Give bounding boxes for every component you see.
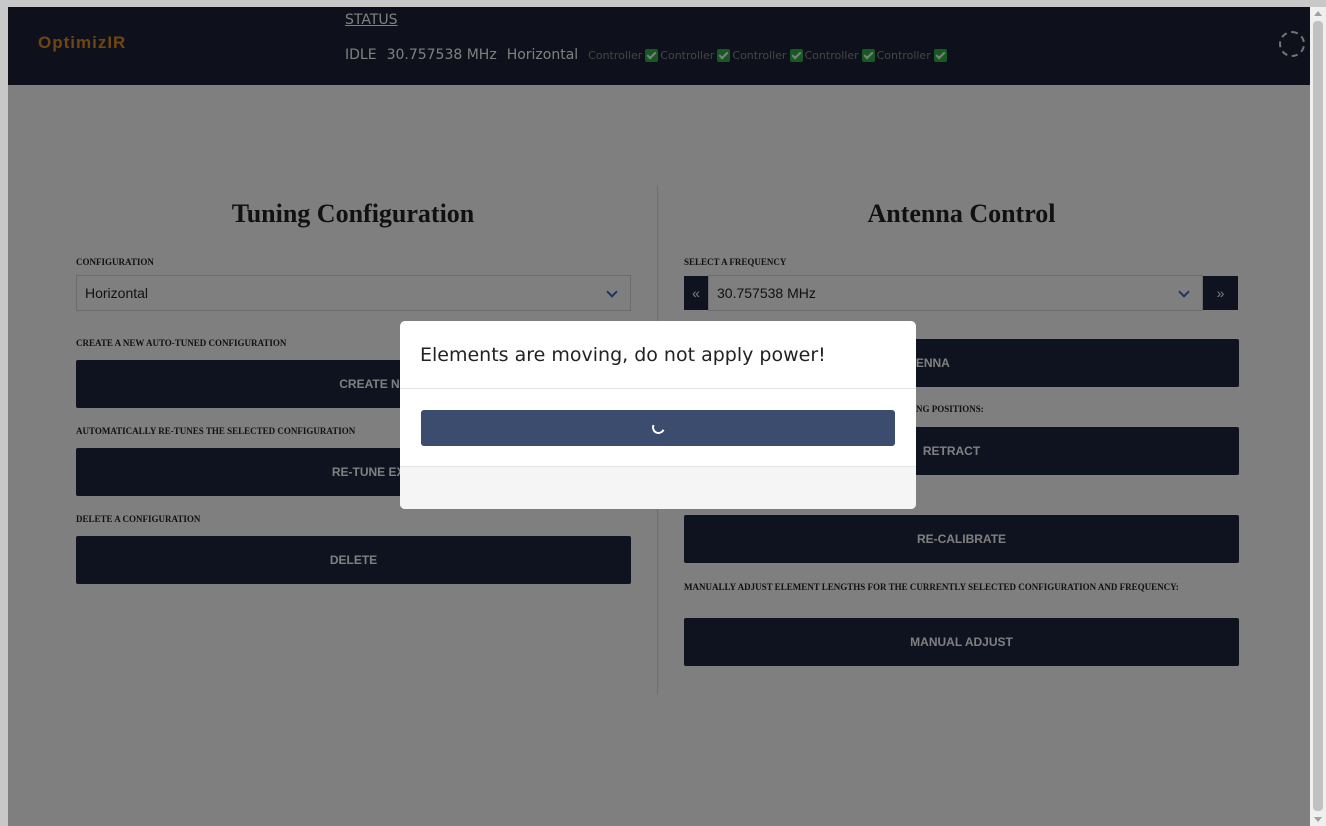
loading-icon (649, 419, 667, 436)
scroll-up-icon[interactable] (1314, 11, 1322, 16)
scroll-down-icon[interactable] (1314, 817, 1322, 822)
scrollbar-thumb[interactable] (1313, 21, 1323, 811)
app-frame: OptimizIR STATUS IDLE 30.757538 MHz Hori… (8, 7, 1310, 826)
modal-title: Elements are moving, do not apply power! (420, 343, 826, 366)
vertical-scrollbar[interactable] (1310, 7, 1326, 826)
modal-footer (400, 467, 916, 509)
modal-header: Elements are moving, do not apply power! (400, 321, 916, 389)
progress-button (421, 409, 895, 446)
warning-modal: Elements are moving, do not apply power! (400, 321, 916, 509)
modal-body (400, 389, 916, 467)
